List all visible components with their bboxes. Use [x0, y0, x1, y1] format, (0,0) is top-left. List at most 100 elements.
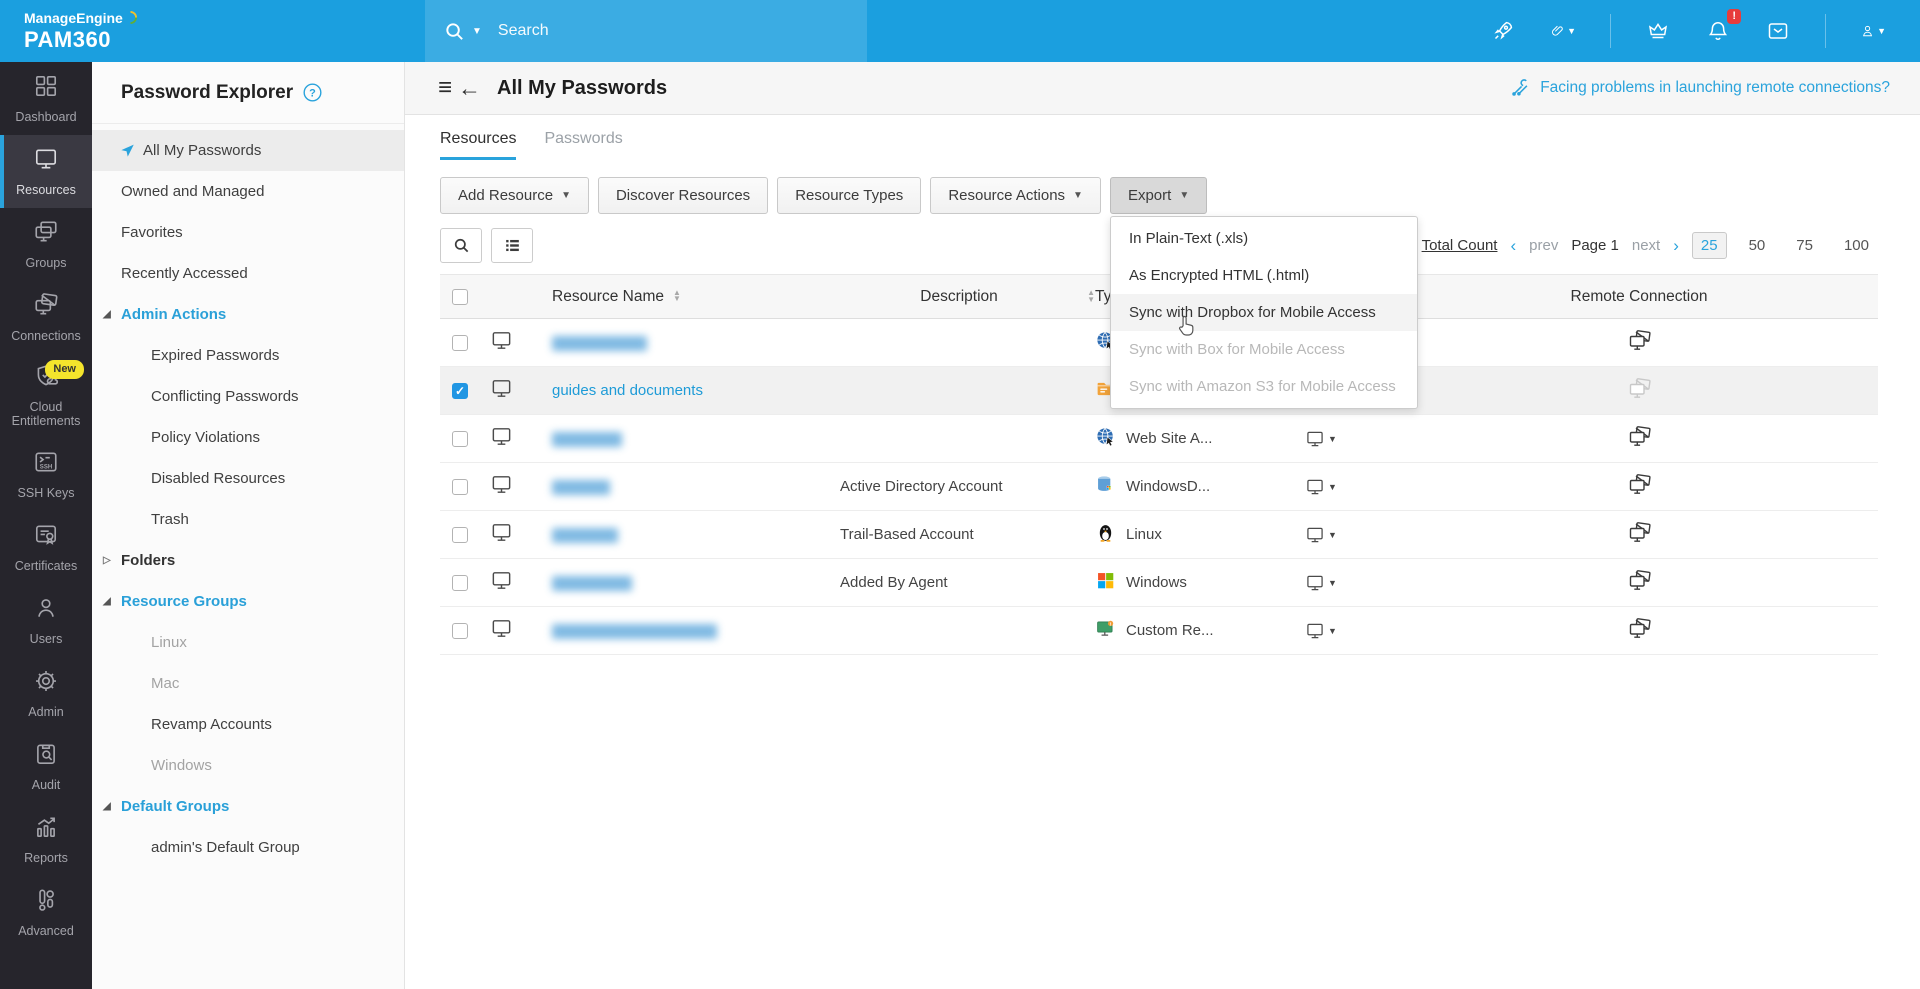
remote-connection-icon[interactable] [1627, 521, 1652, 545]
rocket-icon[interactable] [1490, 18, 1516, 44]
redacted-resource-name[interactable] [552, 432, 622, 447]
tree-item-folders[interactable]: ▷Folders [92, 540, 404, 581]
column-header-description[interactable]: Description [920, 288, 998, 306]
remote-connection-icon[interactable] [1627, 425, 1652, 449]
user-icon[interactable]: ▼ [1860, 18, 1886, 44]
row-checkbox[interactable] [452, 479, 468, 495]
resource-actions-dropdown[interactable]: ▼ [1305, 525, 1400, 545]
next-link[interactable]: next [1632, 237, 1660, 254]
redacted-resource-name[interactable] [552, 576, 632, 591]
export-button[interactable]: Export▼ [1110, 177, 1207, 214]
resource-types-button[interactable]: Resource Types [777, 177, 921, 214]
remote-connection-help-link[interactable]: Facing problems in launching remote conn… [1509, 77, 1890, 99]
row-checkbox[interactable] [452, 575, 468, 591]
back-arrow-icon[interactable]: ← [458, 77, 481, 100]
tree-item-revamp-accounts[interactable]: Revamp Accounts [92, 704, 404, 745]
sidebar-item-advanced[interactable]: Advanced [0, 876, 92, 949]
tree-item-admin-s-default-group[interactable]: admin's Default Group [92, 827, 404, 868]
help-circle-icon[interactable]: ? [302, 82, 323, 103]
tree-item-trash[interactable]: Trash [92, 499, 404, 540]
page-size-75[interactable]: 75 [1787, 232, 1822, 259]
page-size-50[interactable]: 50 [1740, 232, 1775, 259]
tree-item-policy-violations[interactable]: Policy Violations [92, 417, 404, 458]
remote-connection-icon[interactable] [1627, 377, 1652, 401]
discover-resources-button[interactable]: Discover Resources [598, 177, 768, 214]
sidebar-item-groups[interactable]: Groups [0, 208, 92, 281]
tree-item-recently-accessed[interactable]: Recently Accessed [92, 253, 404, 294]
redacted-resource-name[interactable] [552, 480, 610, 495]
column-chooser-button[interactable] [491, 228, 533, 263]
resource-actions-dropdown[interactable]: ▼ [1305, 621, 1400, 641]
collapse-panel-icon[interactable]: ≡ [438, 76, 452, 100]
tree-item-owned-and-managed[interactable]: Owned and Managed [92, 171, 404, 212]
remote-connection-icon[interactable] [1627, 329, 1652, 353]
sidebar-item-admin[interactable]: Admin [0, 657, 92, 730]
row-checkbox[interactable] [452, 623, 468, 639]
crown-icon[interactable] [1645, 18, 1671, 44]
tree-item-favorites[interactable]: Favorites [92, 212, 404, 253]
resource-name-link[interactable]: guides and documents [552, 382, 703, 399]
resource-actions-dropdown[interactable]: ▼ [1305, 429, 1400, 449]
page-size-100[interactable]: 100 [1835, 232, 1878, 259]
tree-item-expired-passwords[interactable]: Expired Passwords [92, 335, 404, 376]
sidebar-item-ssh-keys[interactable]: SSHSSH Keys [0, 438, 92, 511]
table-search-button[interactable] [440, 228, 482, 263]
next-chevron-icon[interactable]: › [1673, 236, 1679, 256]
tree-item-disabled-resources[interactable]: Disabled Resources [92, 458, 404, 499]
total-count-link[interactable]: Total Count [1422, 237, 1498, 254]
tree-item-admin-actions[interactable]: ◢Admin Actions [92, 294, 404, 335]
global-search-input[interactable]: ▼ Search [425, 0, 867, 62]
row-checkbox[interactable]: ✓ [452, 383, 468, 399]
export-menu-item-as-encrypted-html-html[interactable]: As Encrypted HTML (.html) [1111, 257, 1417, 294]
remote-connection-icon[interactable] [1627, 617, 1652, 641]
sidebar-item-reports[interactable]: Reports [0, 803, 92, 876]
search-icon[interactable] [443, 20, 466, 43]
row-checkbox[interactable] [452, 527, 468, 543]
redacted-resource-name[interactable] [552, 624, 717, 639]
sidebar-item-certificates[interactable]: Certificates [0, 511, 92, 584]
row-checkbox[interactable] [452, 335, 468, 351]
remote-connection-icon[interactable] [1627, 473, 1652, 497]
tree-item-mac[interactable]: Mac [92, 663, 404, 704]
prev-link[interactable]: prev [1529, 237, 1558, 254]
sidebar-item-connections[interactable]: Connections [0, 281, 92, 354]
bell-icon[interactable]: ! [1705, 18, 1731, 44]
tab-passwords[interactable]: Passwords [544, 130, 622, 160]
sidebar-item-audit[interactable]: Audit [0, 730, 92, 803]
search-scope-caret-icon[interactable]: ▼ [472, 26, 482, 37]
page-size-25[interactable]: 25 [1692, 232, 1727, 259]
link-icon[interactable]: ▼ [1550, 18, 1576, 44]
tree-item-windows[interactable]: Windows [92, 745, 404, 786]
redacted-resource-name[interactable] [552, 336, 647, 351]
add-resource-button[interactable]: Add Resource▼ [440, 177, 589, 214]
row-checkbox[interactable] [452, 431, 468, 447]
caret-expanded-icon[interactable]: ◢ [103, 801, 111, 812]
sort-icons[interactable]: ▲▼ [673, 290, 681, 304]
export-menu-item-in-plain-text-xls[interactable]: In Plain-Text (.xls) [1111, 220, 1417, 257]
sidebar-item-resources[interactable]: Resources [0, 135, 92, 208]
caret-expanded-icon[interactable]: ◢ [103, 309, 111, 320]
sort-icons[interactable]: ▲▼ [1087, 290, 1095, 304]
tab-resources[interactable]: Resources [440, 130, 516, 160]
resource-actions-dropdown[interactable]: ▼ [1305, 573, 1400, 593]
select-all-checkbox[interactable] [452, 289, 468, 305]
resource-actions-button[interactable]: Resource Actions▼ [930, 177, 1101, 214]
sidebar-item-users[interactable]: Users [0, 584, 92, 657]
column-header-resource-name[interactable]: Resource Name [552, 288, 664, 305]
sidebar-item-cloud-entitlements[interactable]: NewCloud Entitlements [0, 354, 92, 438]
redacted-resource-name[interactable] [552, 528, 618, 543]
tree-item-conflicting-passwords[interactable]: Conflicting Passwords [92, 376, 404, 417]
mail-icon[interactable] [1765, 18, 1791, 44]
export-menu-item-sync-with-dropbox-for-mobile-access[interactable]: Sync with Dropbox for Mobile Access [1111, 294, 1417, 331]
remote-connection-icon[interactable] [1627, 569, 1652, 593]
tree-item-default-groups[interactable]: ◢Default Groups [92, 786, 404, 827]
topbar-icons: ▼ ! ▼ [1490, 14, 1920, 48]
caret-collapsed-icon[interactable]: ▷ [103, 555, 111, 566]
tree-item-resource-groups[interactable]: ◢Resource Groups [92, 581, 404, 622]
prev-chevron-icon[interactable]: ‹ [1510, 236, 1516, 256]
tree-item-all-my-passwords[interactable]: All My Passwords [92, 130, 404, 171]
sidebar-item-dashboard[interactable]: Dashboard [0, 62, 92, 135]
tree-item-linux[interactable]: Linux [92, 622, 404, 663]
resource-actions-dropdown[interactable]: ▼ [1305, 477, 1400, 497]
caret-expanded-icon[interactable]: ◢ [103, 596, 111, 607]
